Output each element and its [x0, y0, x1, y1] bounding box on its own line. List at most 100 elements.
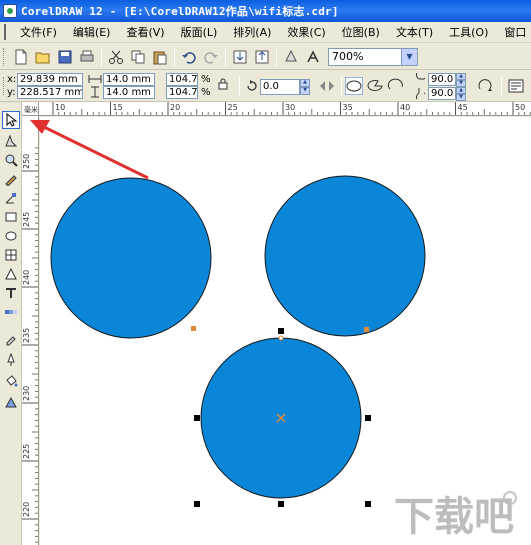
redo-icon[interactable]: [201, 47, 221, 67]
toolbar-separator: [174, 47, 175, 66]
ending-angle-field[interactable]: 90.0: [428, 87, 456, 100]
handle-bottom-right[interactable]: [365, 501, 371, 507]
handle-left[interactable]: [194, 415, 200, 421]
node-marker[interactable]: [191, 326, 196, 331]
direction-toggle-icon[interactable]: [476, 77, 494, 95]
corel-online-icon[interactable]: [303, 47, 323, 67]
ruler-label: 10: [55, 103, 65, 112]
starting-angle-field[interactable]: 90.0: [428, 73, 456, 86]
scale-x-field[interactable]: 104.7: [166, 73, 198, 86]
starting-angle-stepper[interactable]: ▲ ▼: [456, 73, 466, 87]
wrap-text-icon[interactable]: [507, 77, 525, 95]
handle-top[interactable]: [278, 328, 284, 334]
open-icon[interactable]: [33, 47, 53, 67]
rectangle-tool-icon[interactable]: [2, 208, 20, 226]
handle-bottom-left[interactable]: [194, 501, 200, 507]
node-marker[interactable]: [364, 327, 369, 332]
percent-label: %: [201, 74, 211, 85]
horizontal-ruler[interactable]: 10 15 20 25 30 35 40 45 50: [39, 102, 531, 116]
smart-fill-tool-icon[interactable]: [2, 189, 20, 207]
toolbar-grip[interactable]: [3, 77, 6, 95]
menu-arrange[interactable]: 排列(A): [225, 23, 279, 42]
freehand-tool-icon[interactable]: [2, 170, 20, 188]
text-tool-icon[interactable]: [2, 284, 20, 302]
shape-tool-icon[interactable]: [2, 132, 20, 150]
watermark-logo: 下载吧: [394, 491, 517, 540]
zoom-levels-dropdown[interactable]: 700% ▼: [328, 47, 418, 66]
interactive-blend-tool-icon[interactable]: [2, 303, 20, 321]
circle-top-left[interactable]: [50, 177, 212, 339]
lock-ratio-icon[interactable]: [218, 78, 228, 90]
ruler-label: 230: [22, 386, 31, 401]
ruler-label: 30: [285, 103, 295, 112]
menu-file[interactable]: 文件(F): [12, 23, 65, 42]
new-document-icon[interactable]: [11, 47, 31, 67]
handle-right[interactable]: [365, 415, 371, 421]
pie-mode-icon[interactable]: [366, 77, 384, 95]
height-field[interactable]: 14.0 mm: [103, 86, 155, 99]
width-field[interactable]: 14.0 mm: [103, 73, 155, 86]
mirror-horizontal-icon[interactable]: [318, 77, 336, 95]
ruler-label: 235: [22, 328, 31, 343]
ruler-label: 40: [400, 103, 410, 112]
copy-icon[interactable]: [128, 47, 148, 67]
drawing-canvas[interactable]: [40, 117, 531, 545]
basic-shapes-tool-icon[interactable]: [2, 265, 20, 283]
cut-icon[interactable]: [106, 47, 126, 67]
handle-bottom[interactable]: [278, 501, 284, 507]
rotation-angle-field[interactable]: 0.0: [260, 79, 300, 95]
standard-toolbar: 700% ▼: [0, 44, 531, 70]
ellipse-tool-icon[interactable]: [2, 227, 20, 245]
menu-effects[interactable]: 效果(C): [279, 23, 333, 42]
toolbar-separator: [239, 77, 240, 95]
ruler-label: 220: [22, 502, 31, 517]
save-icon[interactable]: [55, 47, 75, 67]
zoom-tool-icon[interactable]: [2, 151, 20, 169]
eyedropper-tool-icon[interactable]: [2, 330, 20, 348]
arc-mode-icon[interactable]: [387, 77, 405, 95]
toolbar-grip[interactable]: [3, 47, 6, 66]
undo-icon[interactable]: [179, 47, 199, 67]
x-position-field[interactable]: 29.839 mm: [17, 73, 83, 86]
scale-y-field[interactable]: 104.7: [166, 86, 198, 99]
graph-paper-tool-icon[interactable]: [2, 246, 20, 264]
ruler-label: 15: [113, 103, 123, 112]
toolbar-separator: [225, 47, 226, 66]
vertical-ruler[interactable]: 250 245 240 235 230 225 220: [22, 116, 39, 545]
watermark-text: 下载吧: [394, 494, 514, 540]
menu-layout[interactable]: 版面(L): [173, 23, 226, 42]
ending-angle-icon: [416, 88, 425, 99]
menu-bitmaps[interactable]: 位图(B): [334, 23, 388, 42]
ruler-origin[interactable]: 毫米: [22, 102, 39, 116]
import-icon[interactable]: [230, 47, 250, 67]
menu-edit[interactable]: 编辑(E): [65, 23, 119, 42]
outline-tool-icon[interactable]: [2, 351, 20, 369]
export-icon[interactable]: [252, 47, 272, 67]
interactive-fill-tool-icon[interactable]: [2, 393, 20, 411]
y-label: y:: [7, 87, 16, 98]
toolbox: [0, 102, 22, 545]
ruler-label: 20: [170, 103, 180, 112]
pick-tool-icon[interactable]: [2, 111, 20, 129]
menu-text[interactable]: 文本(T): [388, 23, 441, 42]
y-position-field[interactable]: 228.517 mm: [17, 86, 83, 99]
menu-view[interactable]: 查看(V): [118, 23, 172, 42]
fill-tool-icon[interactable]: [2, 372, 20, 390]
application-launcher-icon[interactable]: [281, 47, 301, 67]
ellipse-mode-icon[interactable]: [345, 77, 363, 95]
rotation-stepper[interactable]: ▲ ▼: [300, 79, 310, 95]
zoom-value: 700%: [332, 50, 364, 63]
circle-top-right[interactable]: [264, 175, 426, 337]
menu-tools[interactable]: 工具(O): [441, 23, 496, 42]
property-bar: x: 29.839 mm y: 228.517 mm 14.0 mm 14.0 …: [0, 71, 531, 102]
print-icon[interactable]: [77, 47, 97, 67]
paste-icon[interactable]: [150, 47, 170, 67]
toolbar-separator: [501, 77, 502, 95]
ruler-label: 45: [458, 103, 468, 112]
document-icon[interactable]: [4, 24, 6, 40]
chevron-down-icon[interactable]: ▼: [401, 48, 417, 65]
node-marker[interactable]: [278, 335, 284, 341]
menu-window[interactable]: 窗口: [496, 23, 531, 42]
ruler-unit-label: 毫米: [24, 105, 38, 114]
ending-angle-stepper[interactable]: ▲ ▼: [456, 87, 466, 101]
